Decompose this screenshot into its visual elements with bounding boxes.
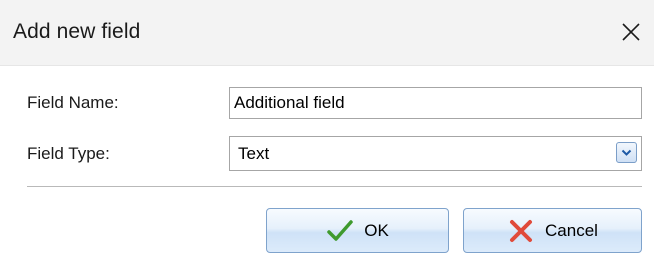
ok-button[interactable]: OK: [266, 208, 449, 253]
field-type-selected-value: Text: [238, 144, 270, 163]
close-icon: [622, 23, 640, 41]
field-name-label: Field Name:: [27, 93, 119, 112]
dropdown-button[interactable]: [616, 142, 637, 163]
add-new-field-dialog: Add new field Field Name: Field Type: Te…: [0, 0, 654, 267]
checkmark-icon: [326, 217, 354, 245]
red-x-icon: [507, 217, 535, 245]
title-bar: Add new field: [0, 0, 654, 66]
cancel-button[interactable]: Cancel: [463, 208, 642, 253]
chevron-down-icon: [621, 149, 632, 156]
ok-button-label: OK: [364, 220, 389, 240]
cancel-button-label: Cancel: [545, 220, 598, 240]
field-type-select[interactable]: Text: [229, 136, 642, 171]
close-button[interactable]: [614, 15, 648, 49]
separator: [27, 186, 642, 187]
field-name-input[interactable]: [229, 87, 642, 119]
dialog-title: Add new field: [13, 20, 141, 43]
field-type-label: Field Type:: [27, 144, 110, 163]
